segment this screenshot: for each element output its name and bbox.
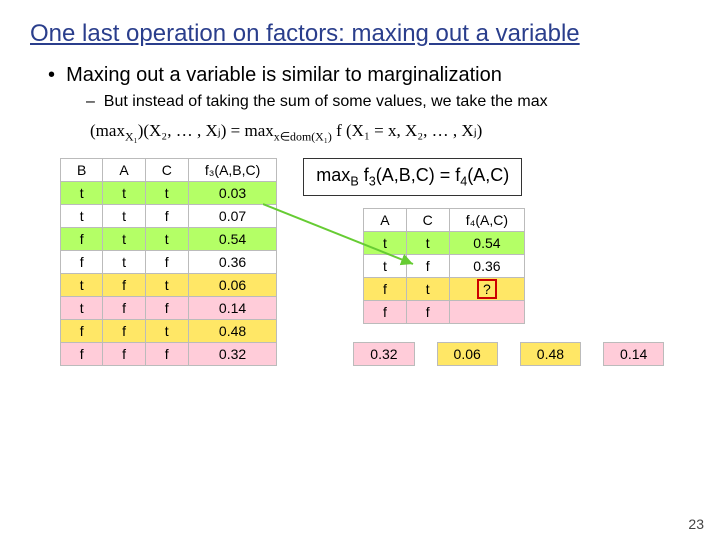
bullet-level1: • Maxing out a variable is similar to ma… <box>48 64 690 87</box>
choice-item: 0.14 <box>603 342 664 366</box>
table-row: ftf0.36 <box>61 251 277 274</box>
col-header: f₃(A,B,C) <box>188 159 276 182</box>
factor-table-f4: ACf₄(A,C) tt0.54tf0.36ft?ff <box>363 208 525 324</box>
answer-choices: 0.32 0.06 0.48 0.14 <box>353 342 690 366</box>
col-header: A <box>103 159 145 182</box>
table-row: fft0.48 <box>61 320 277 343</box>
table-row: ttt0.03 <box>61 182 277 205</box>
bullet-level2: – But instead of taking the sum of some … <box>86 93 690 111</box>
col-header: C <box>145 159 188 182</box>
col-header: B <box>61 159 103 182</box>
table-row: ft? <box>364 277 525 300</box>
table-row: tft0.06 <box>61 274 277 297</box>
choice-item: 0.32 <box>353 342 414 366</box>
table-row: tff0.14 <box>61 297 277 320</box>
table-row: ff <box>364 300 525 323</box>
choice-item: 0.48 <box>520 342 581 366</box>
formula: (maxX₁)(X₂, … , Xⱼ) = maxx∈dom(X₁) f (X₁… <box>90 121 690 144</box>
table-row: ttf0.07 <box>61 205 277 228</box>
table-row: tf0.36 <box>364 254 525 277</box>
table-row: ftt0.54 <box>61 228 277 251</box>
choice-item: 0.06 <box>437 342 498 366</box>
col-header: A <box>364 208 406 231</box>
factor-table-f3: BACf₃(A,B,C) ttt0.03ttf0.07ftt0.54ftf0.3… <box>60 158 277 366</box>
col-header: f₄(A,C) <box>449 208 524 231</box>
table-row: tt0.54 <box>364 231 525 254</box>
table-row: fff0.32 <box>61 343 277 366</box>
page-title: One last operation on factors: maxing ou… <box>30 20 690 48</box>
col-header: C <box>406 208 449 231</box>
slide-number: 23 <box>688 516 704 532</box>
max-equation-box: maxB f3(A,B,C) = f4(A,C) <box>303 158 522 196</box>
